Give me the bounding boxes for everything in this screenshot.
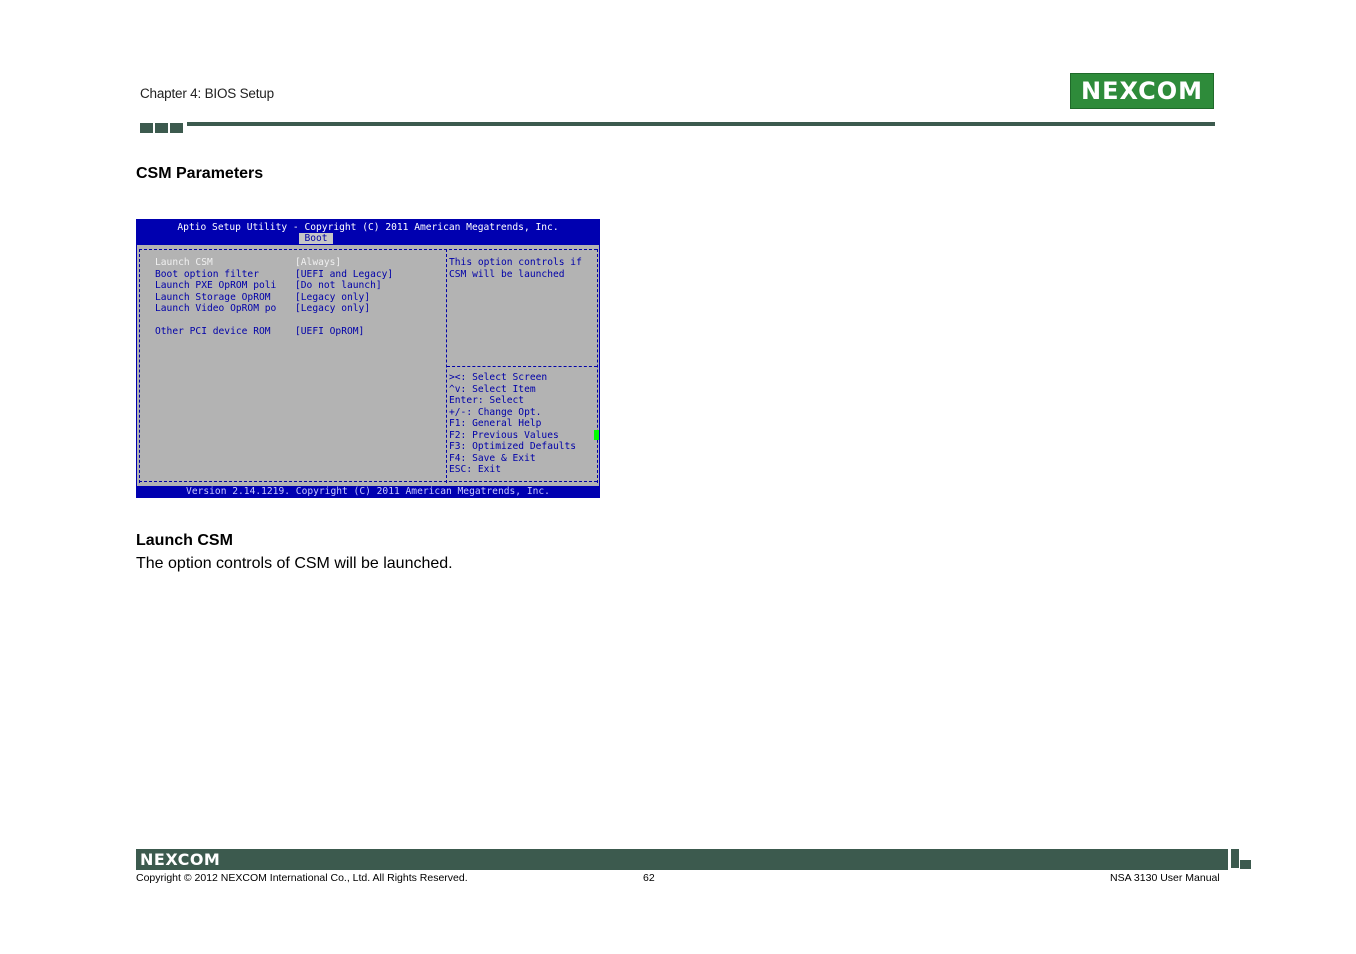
bios-title: Aptio Setup Utility - Copyright (C) 2011… [177, 222, 559, 233]
footer-square-icon [1231, 849, 1239, 868]
bios-item-value: [Legacy only] [295, 303, 371, 314]
bios-tab-boot: Boot [299, 233, 333, 244]
bios-help-line: CSM will be launched [449, 268, 565, 280]
bios-frame-top [139, 249, 597, 250]
bios-version: Version 2.14.1219. Copyright (C) 2011 Am… [137, 486, 599, 497]
bios-item-label: Other PCI device ROM [155, 326, 271, 337]
bios-item-label: Boot option filter [155, 268, 259, 280]
bios-key-hint: F3: Optimized Defaults [449, 441, 577, 452]
nexcom-logo: NEXCOM [1070, 73, 1214, 109]
bios-key-hint: Enter: Select [449, 395, 525, 406]
bios-frame-left [139, 249, 140, 483]
header-squares [140, 123, 183, 133]
scrollbar-marker [594, 430, 599, 440]
logo-text: NEXCOM [1080, 77, 1204, 105]
launch-csm-description: The option controls of CSM will be launc… [136, 555, 453, 572]
page-number: 62 [643, 872, 655, 884]
chapter-title: Chapter 4: BIOS Setup [140, 86, 274, 101]
bios-frame-bottom [139, 481, 597, 482]
bios-item-value: [Do not launch] [295, 280, 382, 291]
manual-name: NSA 3130 User Manual [1110, 872, 1220, 884]
section-title: CSM Parameters [136, 165, 264, 182]
footer-copyright: Copyright © 2012 NEXCOM International Co… [136, 872, 468, 884]
bios-help-line: This option controls if [449, 257, 582, 268]
footer-square-icon [1240, 860, 1251, 869]
bios-item-value: [Always] [295, 257, 342, 268]
bios-item-label: Launch CSM [155, 257, 213, 268]
bios-key-hint: F1: General Help [449, 418, 542, 429]
bios-item-label: Launch PXE OpROM poli [155, 280, 277, 291]
bios-key-hint: ESC: Exit [449, 464, 501, 475]
bios-item-value: [UEFI OpROM] [295, 326, 365, 337]
bios-help-separator [447, 366, 597, 367]
header-divider [187, 122, 1215, 126]
footer-bar [136, 849, 1228, 870]
bios-key-hint: +/-: Change Opt. [449, 406, 542, 418]
launch-csm-heading: Launch CSM [136, 532, 233, 549]
bios-screenshot: Aptio Setup Utility - Copyright (C) 2011… [136, 219, 600, 498]
bios-frame-right [597, 249, 598, 483]
bios-item-value: [UEFI and Legacy] [295, 268, 394, 280]
footer-logo: NEXCOM [140, 850, 221, 869]
bios-key-hint: F2: Previous Values [449, 429, 559, 441]
bios-key-hint: ><: Select Screen [449, 372, 548, 383]
bios-key-hint: ^v: Select Item [449, 383, 536, 395]
bios-key-hint: F4: Save & Exit [449, 452, 536, 464]
bios-item-value: [Legacy only] [295, 291, 371, 303]
bios-item-label: Launch Storage OpROM [155, 291, 271, 303]
bios-item-label: Launch Video OpROM po [155, 303, 277, 314]
